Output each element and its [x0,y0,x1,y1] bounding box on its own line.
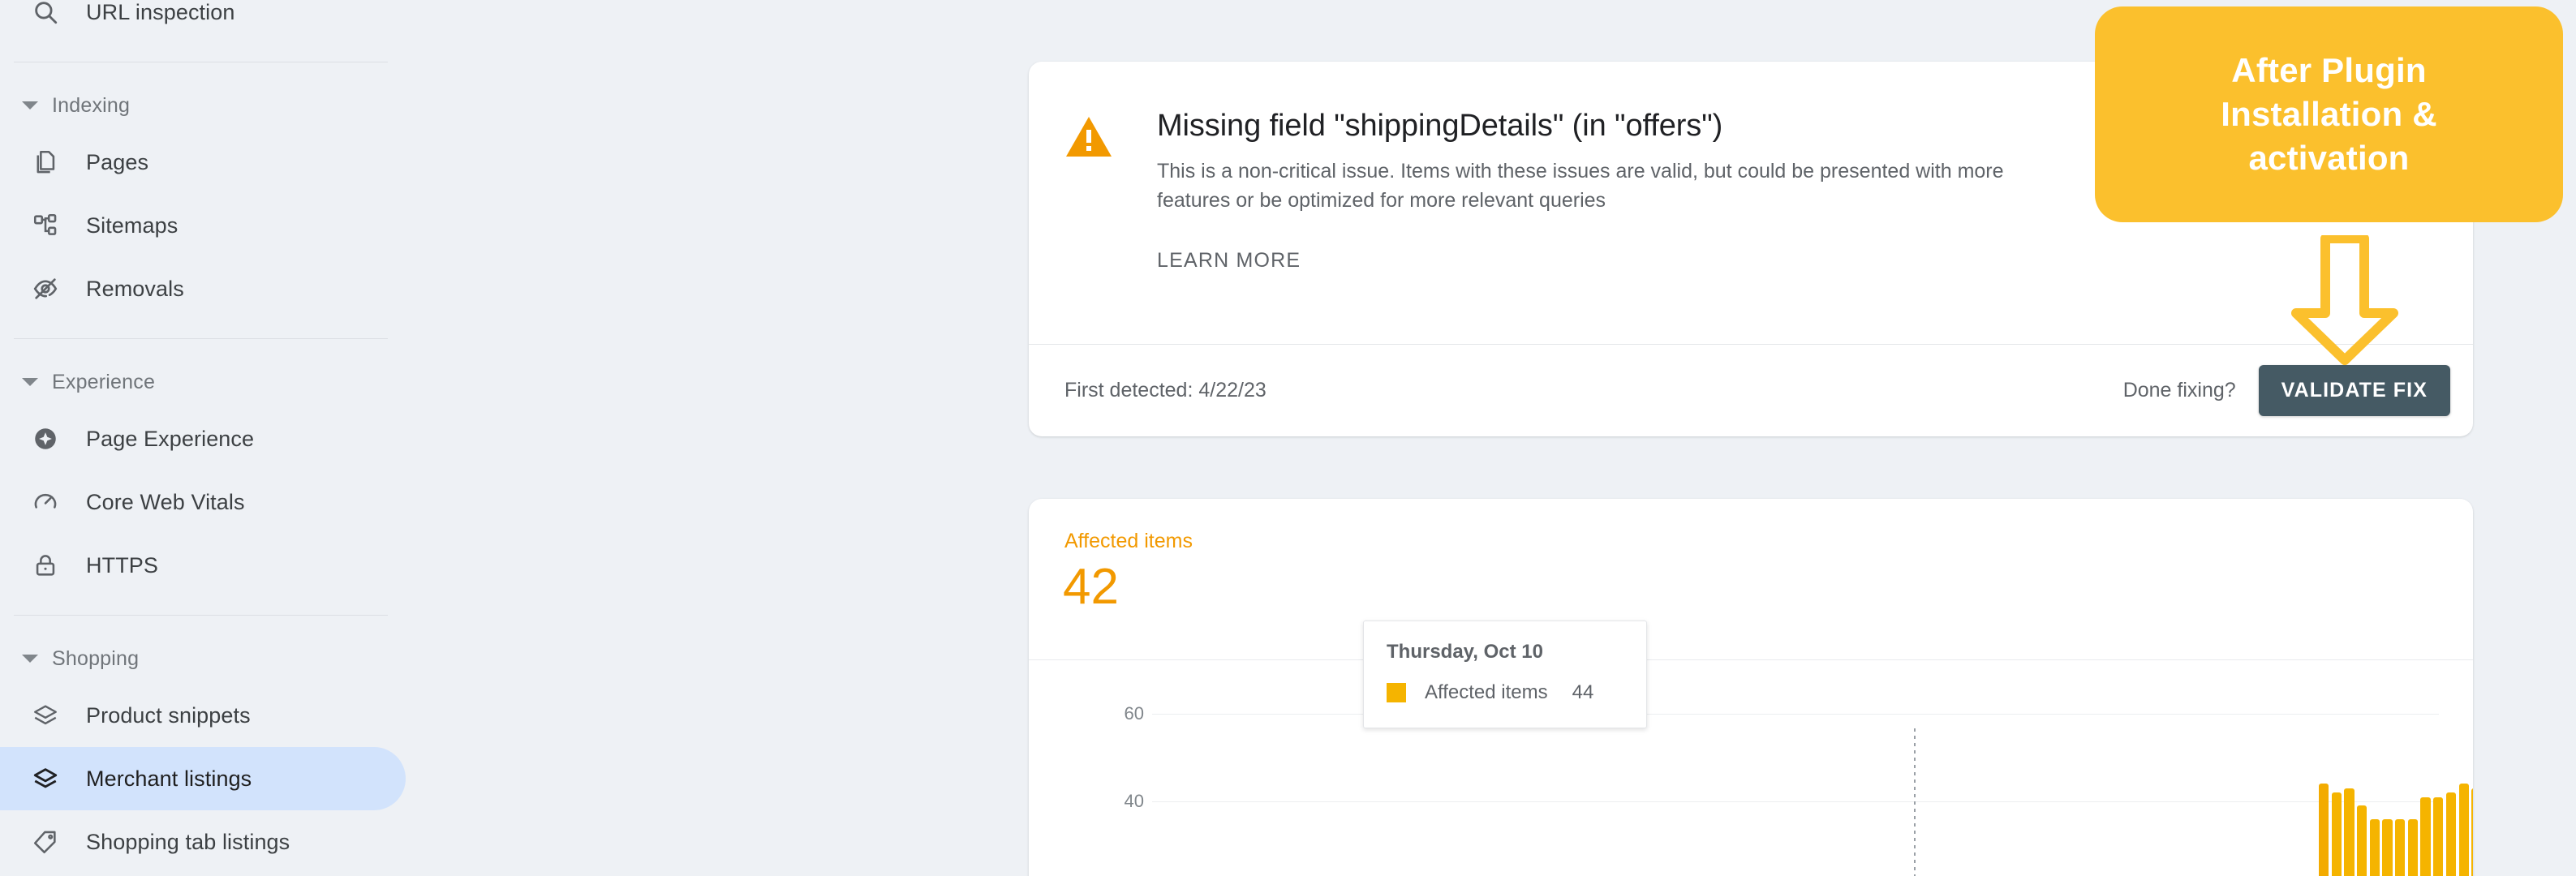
sidebar-group-shopping[interactable]: Shopping [0,633,406,684]
layers-icon [26,696,65,735]
chart-bar[interactable] [2407,818,2418,876]
chart-bar[interactable] [2357,805,2367,876]
chart-bars [1029,659,2473,876]
chart-bar[interactable] [2395,818,2406,876]
chart-tooltip: Thursday, Oct 10 Affected items 44 [1363,620,1647,728]
affected-items-card: Affected items 42 60 40 [1029,499,2473,876]
pages-icon [26,143,65,182]
sidebar-divider-3 [14,615,388,616]
done-fixing-label: Done fixing? [2122,379,2236,402]
first-detected-text: First detected: 4/22/23 [1064,379,1266,402]
tag-icon [26,822,65,861]
page-experience-icon [26,419,65,458]
chevron-down-icon [18,93,42,118]
sidebar-item-label: Product snippets [86,702,251,728]
layers-icon [26,759,65,798]
affected-items-label: Affected items [1064,530,1193,552]
chart-bar[interactable] [2344,788,2355,876]
chart-bar[interactable] [2458,784,2469,876]
chevron-down-icon [18,646,42,671]
tooltip-series-name: Affected items [1425,681,1548,703]
warning-triangle-icon [1064,109,1126,273]
sidebar-item-label: Sitemaps [86,213,178,238]
sidebar-item-merchant-listings[interactable]: Merchant listings [0,747,406,810]
sidebar-group-experience[interactable]: Experience [0,357,406,407]
tooltip-series-value: 44 [1572,681,1594,703]
sidebar-item-page-experience[interactable]: Page Experience [0,407,406,470]
footer-actions: Done fixing? VALIDATE FIX [2123,365,2450,416]
chart-bar[interactable] [2420,797,2431,876]
sidebar-item-url-inspection[interactable]: URL inspection [0,0,406,44]
sidebar-item-label: Page Experience [86,426,255,451]
sidebar-item-product-snippets[interactable]: Product snippets [0,684,406,747]
annotation-callout: After Plugin Installation & activation [2095,6,2563,222]
sidebar-group-label: Shopping [52,646,140,670]
tooltip-color-swatch [1387,683,1406,702]
issue-text-block: Missing field "shippingDetails" (in "off… [1157,109,2058,273]
chart-bar[interactable] [2382,818,2393,876]
annotation-text: After Plugin Installation & activation [2221,51,2437,177]
tooltip-date: Thursday, Oct 10 [1387,641,1543,663]
sidebar: URL inspection Indexing Pages Sitemaps R… [0,0,406,876]
sidebar-group-indexing[interactable]: Indexing [0,80,406,131]
sidebar-item-label: Shopping tab listings [86,829,290,854]
app-root: URL inspection Indexing Pages Sitemaps R… [0,0,2576,876]
tooltip-series-row: Affected items 44 [1387,681,1625,704]
sidebar-item-label: HTTPS [86,552,159,578]
sidebar-divider-2 [14,338,388,339]
chart-hover-line [1914,728,1916,876]
affected-items-count: 42 [1063,559,1119,615]
down-arrow-outline-icon [2286,234,2403,365]
chart-bar[interactable] [2331,792,2342,876]
sidebar-item-label: Pages [86,149,149,174]
search-icon [26,0,65,32]
issue-footer: First detected: 4/22/23 Done fixing? VAL… [1029,345,2473,436]
sidebar-item-core-web-vitals[interactable]: Core Web Vitals [0,470,406,534]
sidebar-item-removals[interactable]: Removals [0,257,406,320]
chart-bar[interactable] [2319,784,2329,876]
sidebar-item-label: URL inspection [86,0,235,24]
chevron-down-icon [18,370,42,394]
chart-bar[interactable] [2445,792,2457,876]
chart-bar[interactable] [2369,818,2380,876]
eye-off-icon [26,269,65,308]
sidebar-item-label: Merchant listings [86,766,252,791]
speedometer-icon [26,483,65,522]
sidebar-item-pages[interactable]: Pages [0,131,406,194]
sitemap-icon [26,206,65,245]
chart-bar[interactable] [2433,797,2444,876]
sidebar-item-label: Removals [86,276,184,301]
validate-fix-button[interactable]: VALIDATE FIX [2258,365,2450,416]
sidebar-item-label: Core Web Vitals [86,489,245,514]
sidebar-group-label: Indexing [52,93,131,117]
issue-description: This is a non-critical issue. Items with… [1157,160,2004,212]
sidebar-item-shopping-tab-listings[interactable]: Shopping tab listings [0,810,406,874]
bar-chart[interactable]: 60 40 [1029,659,2473,876]
lock-icon [26,546,65,585]
sidebar-item-sitemaps[interactable]: Sitemaps [0,194,406,257]
learn-more-link[interactable]: LEARN MORE [1157,249,1301,273]
sidebar-item-https[interactable]: HTTPS [0,534,406,597]
chart-bar[interactable] [2471,788,2473,876]
issue-title: Missing field "shippingDetails" (in "off… [1157,109,1723,143]
sidebar-group-label: Experience [52,370,156,393]
